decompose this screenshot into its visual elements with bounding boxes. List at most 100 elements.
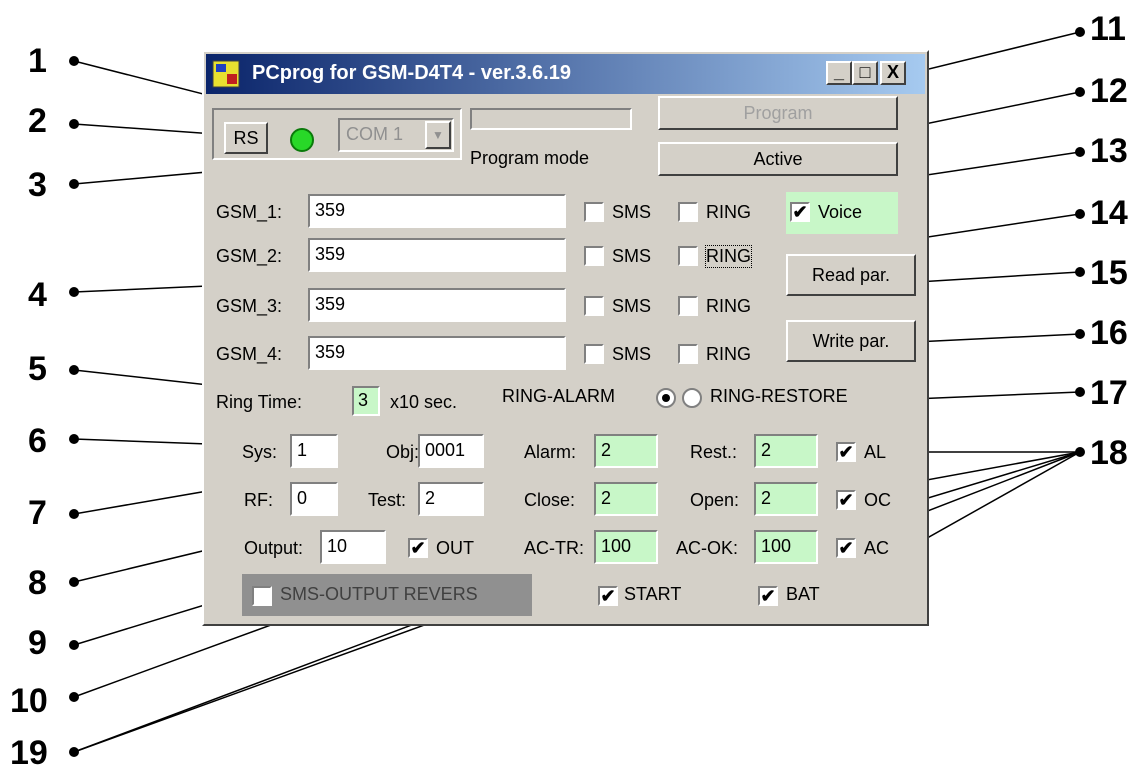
al-checkbox[interactable]: ✔ [836,442,856,462]
sms-checkbox[interactable] [584,202,604,222]
actr-input[interactable]: 100 [594,530,658,564]
program-button[interactable]: Program [658,96,898,130]
callout-number: 7 [28,494,47,532]
chevron-down-icon[interactable]: ▼ [425,121,451,149]
ac-label: AC [864,538,890,558]
sms-checkbox[interactable] [584,296,604,316]
callout-number: 17 [1090,374,1128,412]
sms-checkbox[interactable] [584,344,604,364]
minimize-button[interactable]: _ [826,61,852,85]
callout-dot [1075,87,1085,97]
alarm-input[interactable]: 2 [594,434,658,468]
sms-label: SMS [612,246,652,266]
callout-number: 18 [1090,434,1128,472]
close-button[interactable]: X [880,61,906,85]
callout-dot [69,577,79,587]
gsm-number-input[interactable]: 359 [308,238,566,272]
ring-alarm-radio[interactable] [656,388,676,408]
callout-dot [1075,447,1085,457]
sys-input[interactable]: 1 [290,434,338,468]
rf-label: RF: [244,490,273,510]
obj-input[interactable]: 0001 [418,434,484,468]
callout-dot [69,287,79,297]
gsm-number-input[interactable]: 359 [308,194,566,228]
ring-checkbox[interactable] [678,202,698,222]
gsm-label: GSM_1: [216,202,283,222]
maximize-button[interactable]: □ [852,61,878,85]
acok-input[interactable]: 100 [754,530,818,564]
bat-checkbox[interactable]: ✔ [758,586,778,606]
sms-checkbox[interactable] [584,246,604,266]
sms-revers-label: SMS-OUTPUT REVERS [280,584,478,604]
sms-revers-checkbox[interactable] [252,586,272,606]
com-port-value: COM 1 [346,124,404,144]
ring-time-label: Ring Time: [216,392,303,412]
gsm-number-input[interactable]: 359 [308,336,566,370]
start-checkbox[interactable]: ✔ [598,586,618,606]
callout-number: 8 [28,564,47,602]
callout-dot [1075,147,1085,157]
ring-label: RING [706,296,751,316]
callout-dot [1075,267,1085,277]
alarm-label: Alarm: [524,442,577,462]
ac-checkbox[interactable]: ✔ [836,538,856,558]
al-label: AL [864,442,887,462]
acok-label: AC-OK: [676,538,739,558]
gsm-number-input[interactable]: 359 [308,288,566,322]
voice-label: Voice [818,202,863,222]
rest-label: Rest.: [690,442,738,462]
callout-dot [69,692,79,702]
callout-number: 1 [28,42,47,80]
ring-checkbox[interactable] [678,246,698,266]
program-mode-label: Program mode [470,148,590,168]
callout-number: 15 [1090,254,1128,292]
rs-button[interactable]: RS [224,122,268,154]
callout-number: 6 [28,422,47,460]
out-label: OUT [436,538,474,558]
bat-label: BAT [786,584,820,604]
write-params-button[interactable]: Write par. [786,320,916,362]
callout-dot [69,365,79,375]
read-params-button[interactable]: Read par. [786,254,916,296]
callout-number: 5 [28,350,47,388]
callout-dot [69,179,79,189]
active-button[interactable]: Active [658,142,898,176]
open-input[interactable]: 2 [754,482,818,516]
program-progress [470,108,632,130]
callout-number: 9 [28,624,47,662]
ring-checkbox[interactable] [678,344,698,364]
callout-dot [1075,27,1085,37]
rf-input[interactable]: 0 [290,482,338,516]
status-led-icon [290,128,314,152]
obj-label: Obj: [386,442,420,462]
out-checkbox[interactable]: ✔ [408,538,428,558]
start-label: START [624,584,682,604]
callout-number: 19 [10,734,48,772]
ring-checkbox[interactable] [678,296,698,316]
callout-dot [69,434,79,444]
ring-restore-radio[interactable] [682,388,702,408]
window-title: PCprog for GSM-D4T4 - ver.3.6.19 [252,62,571,84]
gsm-label: GSM_4: [216,344,283,364]
sms-label: SMS [612,344,652,364]
gsm-label: GSM_3: [216,296,283,316]
callout-number: 12 [1090,72,1128,110]
ring-alarm-label: RING-ALARM [502,386,616,406]
ring-label: RING [706,202,751,222]
ring-time-input[interactable]: 3 [352,386,380,416]
test-input[interactable]: 2 [418,482,484,516]
ring-label: RING [705,245,752,268]
ring-time-unit: x10 sec. [390,392,458,412]
ring-restore-label: RING-RESTORE [710,386,848,406]
close-input[interactable]: 2 [594,482,658,516]
output-input[interactable]: 10 [320,530,386,564]
oc-checkbox[interactable]: ✔ [836,490,856,510]
title-bar: PCprog for GSM-D4T4 - ver.3.6.19 _ □ X [206,54,925,94]
callout-number: 10 [10,682,48,720]
voice-checkbox[interactable]: ✔ [790,202,810,222]
callout-number: 14 [1090,194,1128,232]
callout-number: 4 [28,276,47,314]
callout-dot [1075,387,1085,397]
com-port-select[interactable]: COM 1 ▼ [338,118,454,152]
rest-input[interactable]: 2 [754,434,818,468]
